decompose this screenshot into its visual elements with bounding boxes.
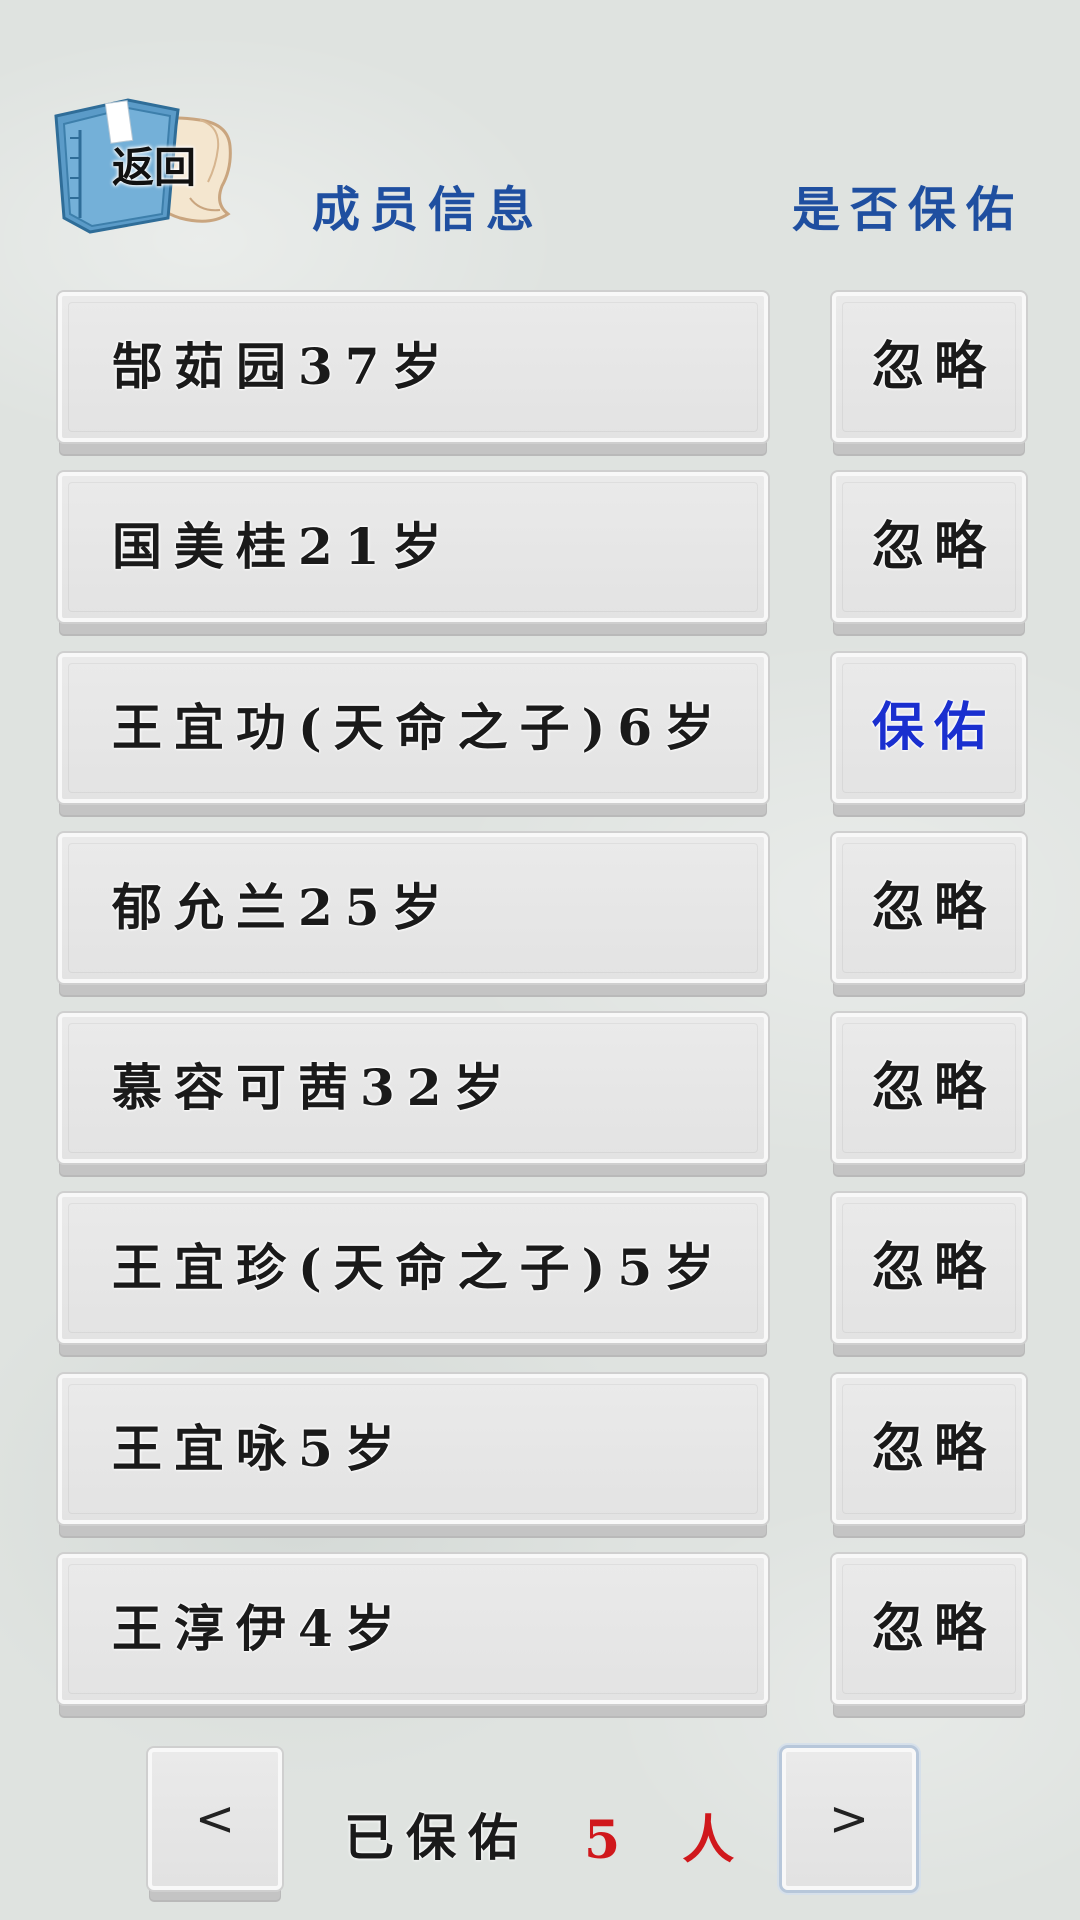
bless-toggle-label: 忽略 [871,336,996,397]
member-info-card: 郜茹园37岁 [58,292,768,442]
member-row: 郁允兰25岁 忽略 [0,833,1080,998]
member-info-text: 王淳伊4岁 [112,1599,407,1658]
bless-toggle-label: 忽略 [871,1418,996,1479]
bless-toggle-label: 保佑 [871,697,996,758]
back-label: 返回 [112,143,197,192]
protected-count: 5 人 [584,1810,757,1871]
member-info-card: 王淳伊4岁 [58,1554,768,1704]
bless-toggle-button[interactable]: 忽略 [832,472,1026,622]
member-row: 王宜咏5岁 忽略 [0,1374,1080,1539]
bless-toggle-button[interactable]: 忽略 [832,1554,1026,1704]
member-row: 国美桂21岁 忽略 [0,472,1080,637]
chevron-right-icon: > [828,1791,870,1847]
bless-toggle-label: 忽略 [871,516,996,577]
next-page-button[interactable]: > [782,1748,916,1890]
member-info-text: 慕容可茜32岁 [112,1058,516,1117]
member-info-card: 王宜珍(天命之子)5岁 [58,1193,768,1343]
bless-toggle-button[interactable]: 忽略 [832,833,1026,983]
member-info-text: 郁允兰25岁 [112,878,454,937]
member-row: 王宜珍(天命之子)5岁 忽略 [0,1193,1080,1358]
bless-title: 是否保佑 [792,182,1025,238]
bless-toggle-button[interactable]: 忽略 [832,1193,1026,1343]
member-info-card: 国美桂21岁 [58,472,768,622]
member-row: 王淳伊4岁 忽略 [0,1554,1080,1719]
bless-toggle-label: 忽略 [871,1057,996,1118]
member-info-card: 慕容可茜32岁 [58,1013,768,1163]
bless-toggle-button[interactable]: 保佑 [832,653,1026,803]
bless-toggle-label: 忽略 [871,877,996,938]
member-info-text: 王宜功(天命之子)6岁 [112,698,727,757]
member-info-text: 王宜珍(天命之子)5岁 [112,1238,727,1297]
bless-toggle-label: 忽略 [871,1237,996,1298]
member-row: 王宜功(天命之子)6岁 保佑 [0,653,1080,818]
member-row: 郜茹园37岁 忽略 [0,292,1080,457]
bless-toggle-label: 忽略 [871,1598,996,1659]
bless-toggle-button[interactable]: 忽略 [832,1013,1026,1163]
member-info-title: 成员信息 [312,182,545,238]
member-info-text: 郜茹园37岁 [112,337,454,396]
protected-label: 已保佑 [344,1808,530,1867]
member-info-text: 王宜咏5岁 [112,1419,407,1478]
prev-page-button[interactable]: < [148,1748,282,1890]
member-info-text: 国美桂21岁 [112,517,454,576]
member-info-card: 郁允兰25岁 [58,833,768,983]
member-row: 慕容可茜32岁 忽略 [0,1013,1080,1178]
chevron-left-icon: < [194,1791,236,1847]
member-info-card: 王宜功(天命之子)6岁 [58,653,768,803]
member-info-card: 王宜咏5岁 [58,1374,768,1524]
bless-toggle-button[interactable]: 忽略 [832,1374,1026,1524]
bless-toggle-button[interactable]: 忽略 [832,292,1026,442]
back-button[interactable]: 返回 [50,86,240,236]
